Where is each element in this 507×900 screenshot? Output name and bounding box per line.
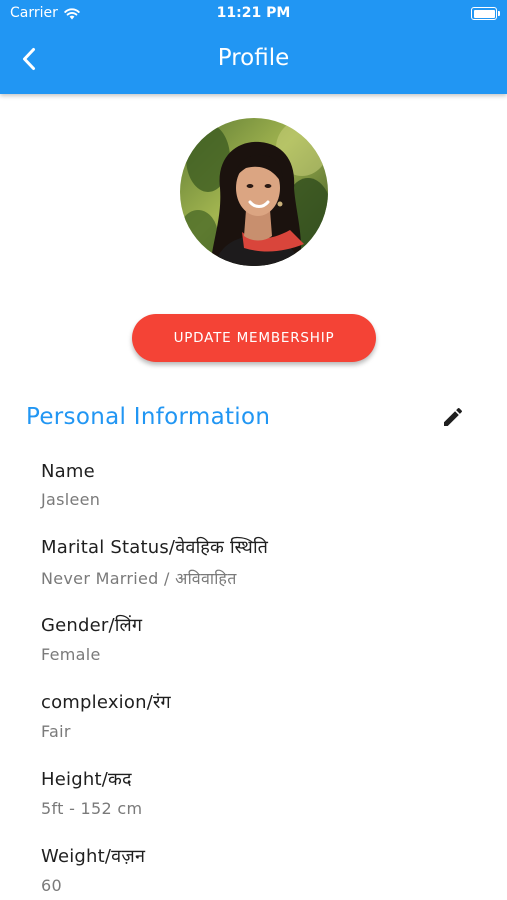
back-button[interactable] [14, 44, 44, 74]
field-name: Name Jasleen [41, 461, 481, 509]
edit-button[interactable] [438, 402, 468, 432]
field-height: Height/कद 5ft - 152 cm [41, 767, 481, 818]
field-label: Marital Status/वेवहिक स्थिति [41, 537, 269, 558]
field-value: Female [41, 645, 101, 664]
profile-photo [180, 118, 328, 266]
update-membership-button[interactable]: UPDATE MEMBERSHIP [132, 314, 376, 362]
app-bar: Carrier 11:21 PM Profile [0, 0, 507, 94]
pencil-icon [444, 407, 463, 426]
section-title: Personal Information [26, 404, 271, 430]
field-label: Weight/वज़न [41, 846, 146, 867]
field-gender: Gender/लिंग Female [41, 613, 481, 664]
field-marital-status: Marital Status/वेवहिक स्थिति Never Marri… [41, 535, 481, 589]
field-label: Height/कद [41, 769, 132, 790]
profile-screen: Carrier 11:21 PM Profile UPDATE MEMBERSH… [0, 0, 507, 900]
avatar[interactable] [180, 118, 328, 266]
field-value: Fair [41, 722, 71, 741]
field-weight: Weight/वज़न 60 [41, 844, 481, 895]
field-label: complexion/रंग [41, 692, 171, 713]
field-value: 60 [41, 876, 62, 895]
status-time: 11:21 PM [216, 5, 291, 21]
field-label: Name [41, 461, 95, 482]
field-value: 5ft - 152 cm [41, 799, 143, 818]
battery-icon [471, 7, 500, 20]
chevron-left-icon [23, 48, 35, 70]
field-value: Jasleen [41, 490, 101, 509]
battery-fill [473, 9, 495, 18]
page-title: Profile [217, 45, 290, 71]
field-label: Gender/लिंग [41, 615, 143, 636]
field-value: Never Married / अविवाहित [41, 569, 237, 588]
field-complexion: complexion/रंग Fair [41, 690, 481, 741]
